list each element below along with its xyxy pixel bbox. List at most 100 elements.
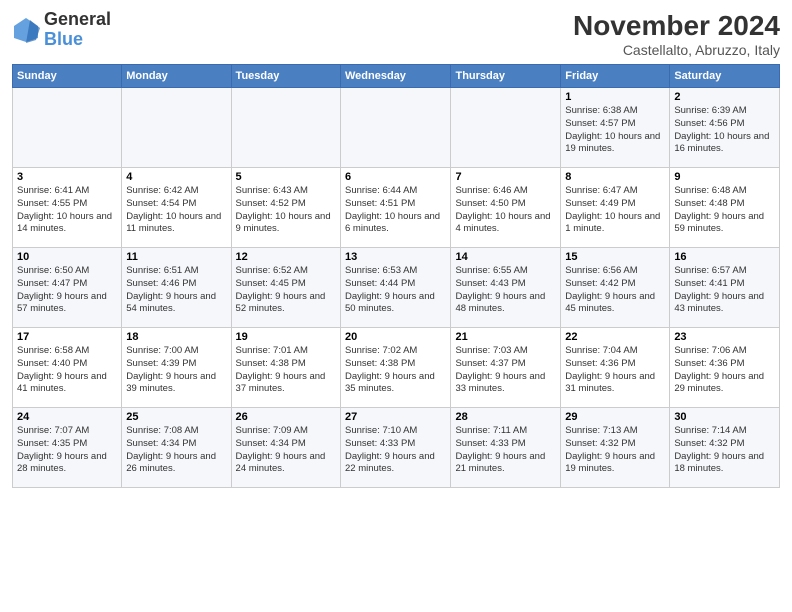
day-number: 12 — [236, 251, 336, 263]
day-info: Sunrise: 6:51 AM Sunset: 4:46 PM Dayligh… — [126, 265, 226, 316]
day-number: 28 — [455, 411, 556, 423]
day-number: 6 — [345, 171, 446, 183]
weekday-header-monday: Monday — [122, 65, 231, 88]
calendar-cell: 17Sunrise: 6:58 AM Sunset: 4:40 PM Dayli… — [13, 328, 122, 408]
calendar-cell: 7 Sunrise: 6:46 AM Sunset: 4:50 PM Daylig… — [451, 168, 561, 248]
day-info: Sunrise: 7:03 AM Sunset: 4:37 PM Dayligh… — [455, 345, 556, 396]
day-number: 22 — [565, 331, 665, 343]
calendar-cell: 21 Sunrise: 7:03 AM Sunset: 4:37 PM Dayli… — [451, 328, 561, 408]
day-number: 24 — [17, 411, 117, 423]
calendar-cell: 16 Sunrise: 6:57 AM Sunset: 4:41 PM Dayli… — [670, 248, 780, 328]
day-info: Sunrise: 6:47 AM Sunset: 4:49 PM Dayligh… — [565, 185, 665, 236]
day-number: 16 — [674, 251, 775, 263]
day-number: 7 — [455, 171, 556, 183]
weekday-header-thursday: Thursday — [451, 65, 561, 88]
day-info: Sunrise: 6:58 AM Sunset: 4:40 PM Dayligh… — [17, 345, 117, 396]
day-info: Sunrise: 7:07 AM Sunset: 4:35 PM Dayligh… — [17, 425, 117, 476]
day-info: Sunrise: 6:48 AM Sunset: 4:48 PM Dayligh… — [674, 185, 775, 236]
calendar-cell: 4Sunrise: 6:42 AM Sunset: 4:54 PM Daylig… — [122, 168, 231, 248]
calendar-cell: 6 Sunrise: 6:44 AM Sunset: 4:51 PM Daylig… — [341, 168, 451, 248]
day-number: 11 — [126, 251, 226, 263]
day-number: 25 — [126, 411, 226, 423]
day-info: Sunrise: 6:43 AM Sunset: 4:52 PM Dayligh… — [236, 185, 336, 236]
calendar-cell: 23 Sunrise: 7:06 AM Sunset: 4:36 PM Dayli… — [670, 328, 780, 408]
day-number: 27 — [345, 411, 446, 423]
calendar-cell — [341, 88, 451, 168]
day-number: 23 — [674, 331, 775, 343]
calendar-cell: 28 Sunrise: 7:11 AM Sunset: 4:33 PM Dayli… — [451, 408, 561, 488]
day-info: Sunrise: 6:56 AM Sunset: 4:42 PM Dayligh… — [565, 265, 665, 316]
day-info: Sunrise: 7:02 AM Sunset: 4:38 PM Dayligh… — [345, 345, 446, 396]
day-number: 26 — [236, 411, 336, 423]
calendar-cell: 18 Sunrise: 7:00 AM Sunset: 4:39 PM Dayli… — [122, 328, 231, 408]
calendar-cell: 10 Sunrise: 6:50 AM Sunset: 4:47 PM Dayli… — [13, 248, 122, 328]
calendar-cell: 1Sunrise: 6:38 AM Sunset: 4:57 PM Daylig… — [561, 88, 670, 168]
weekday-header-tuesday: Tuesday — [231, 65, 340, 88]
day-number: 21 — [455, 331, 556, 343]
day-info: Sunrise: 7:00 AM Sunset: 4:39 PM Dayligh… — [126, 345, 226, 396]
calendar-cell: 20Sunrise: 7:02 AM Sunset: 4:38 PM Dayli… — [341, 328, 451, 408]
day-number: 30 — [674, 411, 775, 423]
calendar-week-row: 17Sunrise: 6:58 AM Sunset: 4:40 PM Dayli… — [13, 328, 780, 408]
calendar-cell: 30 Sunrise: 7:14 AM Sunset: 4:32 PM Dayli… — [670, 408, 780, 488]
day-info: Sunrise: 7:10 AM Sunset: 4:33 PM Dayligh… — [345, 425, 446, 476]
day-info: Sunrise: 7:14 AM Sunset: 4:32 PM Dayligh… — [674, 425, 775, 476]
day-info: Sunrise: 6:42 AM Sunset: 4:54 PM Dayligh… — [126, 185, 226, 236]
calendar-cell: 8 Sunrise: 6:47 AM Sunset: 4:49 PM Daylig… — [561, 168, 670, 248]
day-info: Sunrise: 6:44 AM Sunset: 4:51 PM Dayligh… — [345, 185, 446, 236]
calendar-table: SundayMondayTuesdayWednesdayThursdayFrid… — [12, 64, 780, 488]
calendar-cell: 11 Sunrise: 6:51 AM Sunset: 4:46 PM Dayli… — [122, 248, 231, 328]
weekday-header-sunday: Sunday — [13, 65, 122, 88]
calendar-cell: 19 Sunrise: 7:01 AM Sunset: 4:38 PM Dayli… — [231, 328, 340, 408]
day-number: 15 — [565, 251, 665, 263]
weekday-header-wednesday: Wednesday — [341, 65, 451, 88]
day-info: Sunrise: 6:41 AM Sunset: 4:55 PM Dayligh… — [17, 185, 117, 236]
calendar-cell: 2 Sunrise: 6:39 AM Sunset: 4:56 PM Daylig… — [670, 88, 780, 168]
day-number: 13 — [345, 251, 446, 263]
day-number: 9 — [674, 171, 775, 183]
day-info: Sunrise: 7:01 AM Sunset: 4:38 PM Dayligh… — [236, 345, 336, 396]
day-info: Sunrise: 7:09 AM Sunset: 4:34 PM Dayligh… — [236, 425, 336, 476]
day-info: Sunrise: 6:52 AM Sunset: 4:45 PM Dayligh… — [236, 265, 336, 316]
weekday-header-saturday: Saturday — [670, 65, 780, 88]
day-number: 19 — [236, 331, 336, 343]
logo-icon — [12, 16, 40, 44]
weekday-header-row: SundayMondayTuesdayWednesdayThursdayFrid… — [13, 65, 780, 88]
calendar-cell — [13, 88, 122, 168]
calendar-week-row: 10 Sunrise: 6:50 AM Sunset: 4:47 PM Dayli… — [13, 248, 780, 328]
weekday-header-friday: Friday — [561, 65, 670, 88]
day-info: Sunrise: 6:57 AM Sunset: 4:41 PM Dayligh… — [674, 265, 775, 316]
day-info: Sunrise: 6:46 AM Sunset: 4:50 PM Dayligh… — [455, 185, 556, 236]
day-number: 8 — [565, 171, 665, 183]
calendar-cell: 29 Sunrise: 7:13 AM Sunset: 4:32 PM Dayli… — [561, 408, 670, 488]
calendar-cell — [122, 88, 231, 168]
day-info: Sunrise: 7:11 AM Sunset: 4:33 PM Dayligh… — [455, 425, 556, 476]
day-info: Sunrise: 6:39 AM Sunset: 4:56 PM Dayligh… — [674, 105, 775, 156]
calendar-cell: 13 Sunrise: 6:53 AM Sunset: 4:44 PM Dayli… — [341, 248, 451, 328]
day-number: 14 — [455, 251, 556, 263]
day-info: Sunrise: 6:53 AM Sunset: 4:44 PM Dayligh… — [345, 265, 446, 316]
calendar-cell: 15 Sunrise: 6:56 AM Sunset: 4:42 PM Dayli… — [561, 248, 670, 328]
day-info: Sunrise: 6:50 AM Sunset: 4:47 PM Dayligh… — [17, 265, 117, 316]
header: General Blue November 2024 Castellalto, … — [12, 10, 780, 58]
day-number: 18 — [126, 331, 226, 343]
day-number: 10 — [17, 251, 117, 263]
day-info: Sunrise: 7:13 AM Sunset: 4:32 PM Dayligh… — [565, 425, 665, 476]
logo: General Blue — [12, 10, 111, 50]
calendar-cell: 9 Sunrise: 6:48 AM Sunset: 4:48 PM Daylig… — [670, 168, 780, 248]
calendar-week-row: 1Sunrise: 6:38 AM Sunset: 4:57 PM Daylig… — [13, 88, 780, 168]
logo-text: General Blue — [44, 10, 111, 50]
month-title: November 2024 — [573, 10, 780, 42]
calendar-week-row: 3Sunrise: 6:41 AM Sunset: 4:55 PM Daylig… — [13, 168, 780, 248]
day-info: Sunrise: 6:55 AM Sunset: 4:43 PM Dayligh… — [455, 265, 556, 316]
day-info: Sunrise: 7:08 AM Sunset: 4:34 PM Dayligh… — [126, 425, 226, 476]
day-number: 2 — [674, 91, 775, 103]
page: General Blue November 2024 Castellalto, … — [0, 0, 792, 612]
day-number: 29 — [565, 411, 665, 423]
day-info: Sunrise: 7:06 AM Sunset: 4:36 PM Dayligh… — [674, 345, 775, 396]
calendar-week-row: 24 Sunrise: 7:07 AM Sunset: 4:35 PM Dayli… — [13, 408, 780, 488]
calendar-cell: 26 Sunrise: 7:09 AM Sunset: 4:34 PM Dayli… — [231, 408, 340, 488]
calendar-cell: 22Sunrise: 7:04 AM Sunset: 4:36 PM Dayli… — [561, 328, 670, 408]
calendar-cell: 27 Sunrise: 7:10 AM Sunset: 4:33 PM Dayli… — [341, 408, 451, 488]
calendar-cell: 25 Sunrise: 7:08 AM Sunset: 4:34 PM Dayli… — [122, 408, 231, 488]
